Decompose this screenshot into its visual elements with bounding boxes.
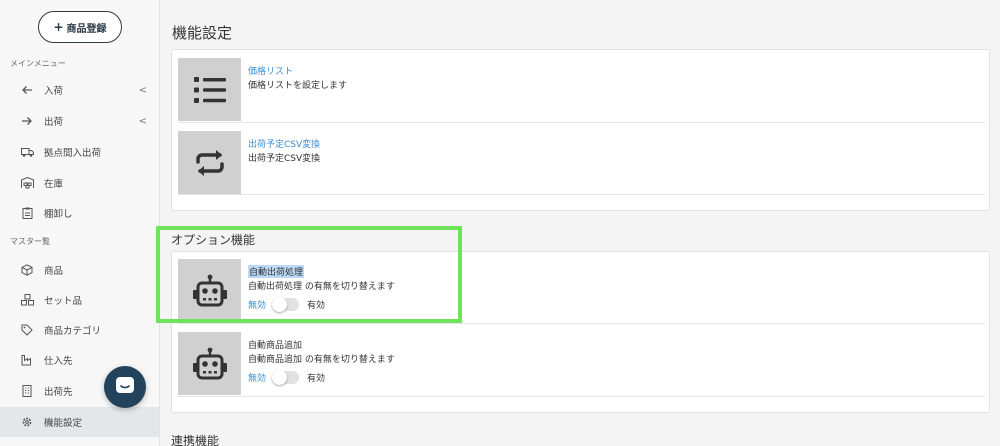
sidebar-item-label: セット品 <box>44 296 83 307</box>
master-menu-label: マスター覧 <box>10 237 50 246</box>
arrow-right-icon <box>20 114 34 128</box>
sidebar-item-shipping[interactable]: 出荷 < <box>0 106 159 136</box>
sidebar-item-label: 機能設定 <box>44 418 83 429</box>
boxes-icon <box>20 293 34 307</box>
sidebar-item-label: 出荷 <box>44 117 64 128</box>
sidebar-item-products[interactable]: 商品 <box>0 255 159 285</box>
option-row-auto-product-add: 自動商品追加 自動商品追加 の有無を切り替えます 無効 有効 <box>178 332 985 397</box>
csv-convert-link[interactable]: 出荷予定CSV変換 <box>248 137 320 150</box>
arrow-left-icon <box>20 83 34 97</box>
sidebar-item-categories[interactable]: 商品カテゴリ <box>0 315 159 345</box>
plus-icon: + <box>53 20 64 34</box>
sidebar-item-label: 在庫 <box>44 179 64 190</box>
sidebar-item-set-products[interactable]: セット品 <box>0 285 159 315</box>
main-menu-label: メインメニュー <box>10 59 66 68</box>
sidebar-item-label: 拠点間入出荷 <box>44 148 102 159</box>
main-content: 機能設定 価格リスト 価格リストを設定します 出荷予定CSV変換 出荷予定CSV… <box>156 0 1000 446</box>
chat-launcher-button[interactable] <box>104 366 146 408</box>
sidebar-item-label: 棚卸し <box>44 209 73 220</box>
add-product-button[interactable]: + 商品登録 <box>38 11 122 43</box>
warehouse-icon <box>20 176 34 190</box>
truck-icon <box>20 145 34 159</box>
page-title: 機能設定 <box>172 24 233 42</box>
sidebar-item-label: 入荷 <box>44 86 64 97</box>
csv-convert-description: 出荷予定CSV変換 <box>248 154 321 164</box>
integration-section-title: 連携機能 <box>171 434 220 446</box>
sidebar-item-label: 仕入先 <box>44 356 73 367</box>
feature-row-price-list: 価格リスト 価格リストを設定します <box>178 58 985 123</box>
highlight-annotation-box <box>156 226 462 323</box>
chat-icon <box>115 376 135 398</box>
price-list-link[interactable]: 価格リスト <box>248 64 293 77</box>
auto-product-add-toggle-group: 無効 有効 <box>248 370 326 385</box>
toggle-off-label: 無効 <box>248 374 267 384</box>
auto-product-add-title: 自動商品追加 <box>248 341 303 351</box>
repeat-icon <box>178 131 241 194</box>
feature-row-csv-convert: 出荷予定CSV変換 出荷予定CSV変換 <box>178 131 985 195</box>
add-product-label: 商品登録 <box>66 23 107 35</box>
toggle-on-label: 有効 <box>307 374 326 384</box>
sidebar-item-stock[interactable]: 在庫 <box>0 168 159 198</box>
clipboard-icon <box>20 206 34 220</box>
list-icon <box>178 58 241 121</box>
sidebar-item-label: 出荷先 <box>44 387 73 398</box>
robot-icon <box>178 332 241 395</box>
sidebar-item-inventory[interactable]: 棚卸し <box>0 198 159 228</box>
building-icon <box>20 384 34 398</box>
sidebar-item-receiving[interactable]: 入荷 < <box>0 75 159 105</box>
auto-product-add-description: 自動商品追加 の有無を切り替えます <box>248 355 395 365</box>
box-icon <box>20 263 34 277</box>
sidebar-item-label: 商品 <box>44 266 64 277</box>
sidebar-item-settings[interactable]: 機能設定 <box>0 407 159 437</box>
sidebar: + 商品登録 メインメニュー 入荷 < 出荷 < 拠点間入出荷 在庫 棚卸し マ… <box>0 0 160 446</box>
features-card: 価格リスト 価格リストを設定します 出荷予定CSV変換 出荷予定CSV変換 <box>171 49 990 211</box>
gear-icon <box>20 415 34 429</box>
factory-icon <box>20 353 34 367</box>
tag-icon <box>20 323 34 337</box>
auto-product-add-toggle[interactable] <box>272 370 300 385</box>
sidebar-item-transfer[interactable]: 拠点間入出荷 <box>0 137 159 167</box>
chevron-left-icon[interactable]: < <box>139 85 147 96</box>
chevron-left-icon[interactable]: < <box>139 116 147 127</box>
price-list-description: 価格リストを設定します <box>248 81 348 91</box>
sidebar-item-label: 商品カテゴリ <box>44 326 102 337</box>
toggle-knob <box>272 370 288 385</box>
